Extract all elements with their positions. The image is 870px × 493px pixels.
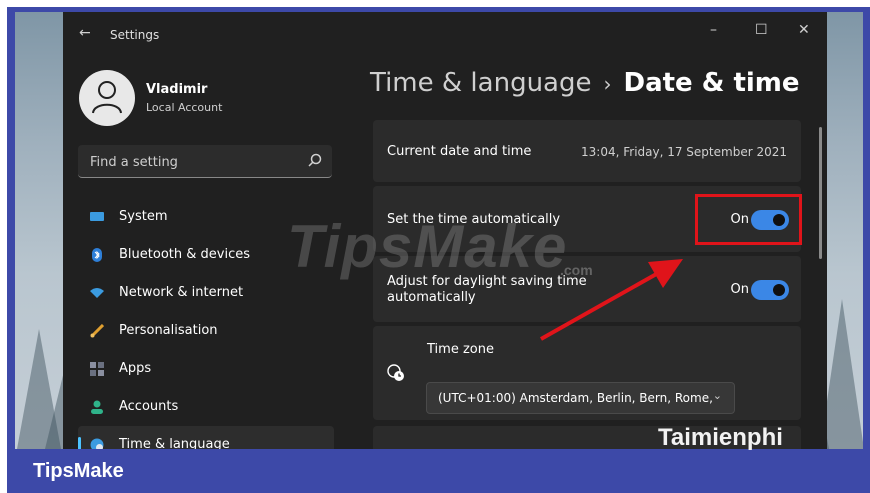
tipsmake-logo: TipsMake xyxy=(33,460,124,482)
bottom-banner: TipsMake xyxy=(7,451,870,493)
red-arrow-annotation xyxy=(540,259,683,341)
